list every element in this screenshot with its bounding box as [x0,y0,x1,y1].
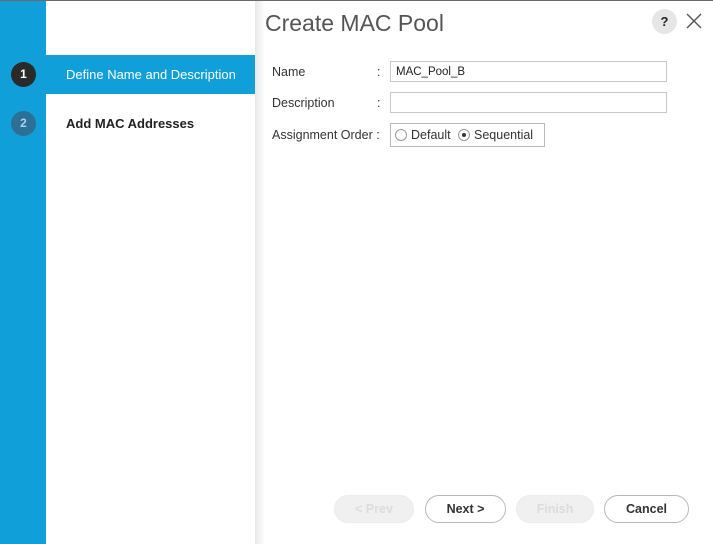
description-input[interactable] [390,92,667,113]
assignment-order-label: Assignment Order : [272,128,380,142]
name-label: Name [272,65,306,79]
wizard-step-1-label[interactable]: Define Name and Description [66,67,236,82]
step-1-number-badge: 1 [11,62,36,87]
prev-button[interactable]: < Prev [334,495,414,523]
help-icon: ? [660,14,669,29]
name-input[interactable] [390,61,667,82]
step-2-number-badge: 2 [11,111,36,136]
help-button[interactable]: ? [652,9,677,34]
next-button[interactable]: Next > [425,495,506,523]
radio-sequential-label[interactable]: Sequential [474,128,533,142]
dialog-title: Create MAC Pool [265,10,444,36]
close-x-icon [686,13,702,29]
radio-sequential[interactable] [458,129,470,141]
panel-divider-shadow [255,1,265,544]
radio-default-label[interactable]: Default [411,128,451,142]
close-button[interactable] [684,11,704,31]
finish-button[interactable]: Finish [516,495,594,523]
wizard-step-2-label[interactable]: Add MAC Addresses [66,116,194,131]
description-colon: : [377,96,381,110]
radio-default[interactable] [395,129,407,141]
cancel-button[interactable]: Cancel [604,495,689,523]
name-colon: : [377,65,381,79]
description-label: Description [272,96,335,110]
assignment-order-radio-group: Default Sequential [390,123,545,147]
